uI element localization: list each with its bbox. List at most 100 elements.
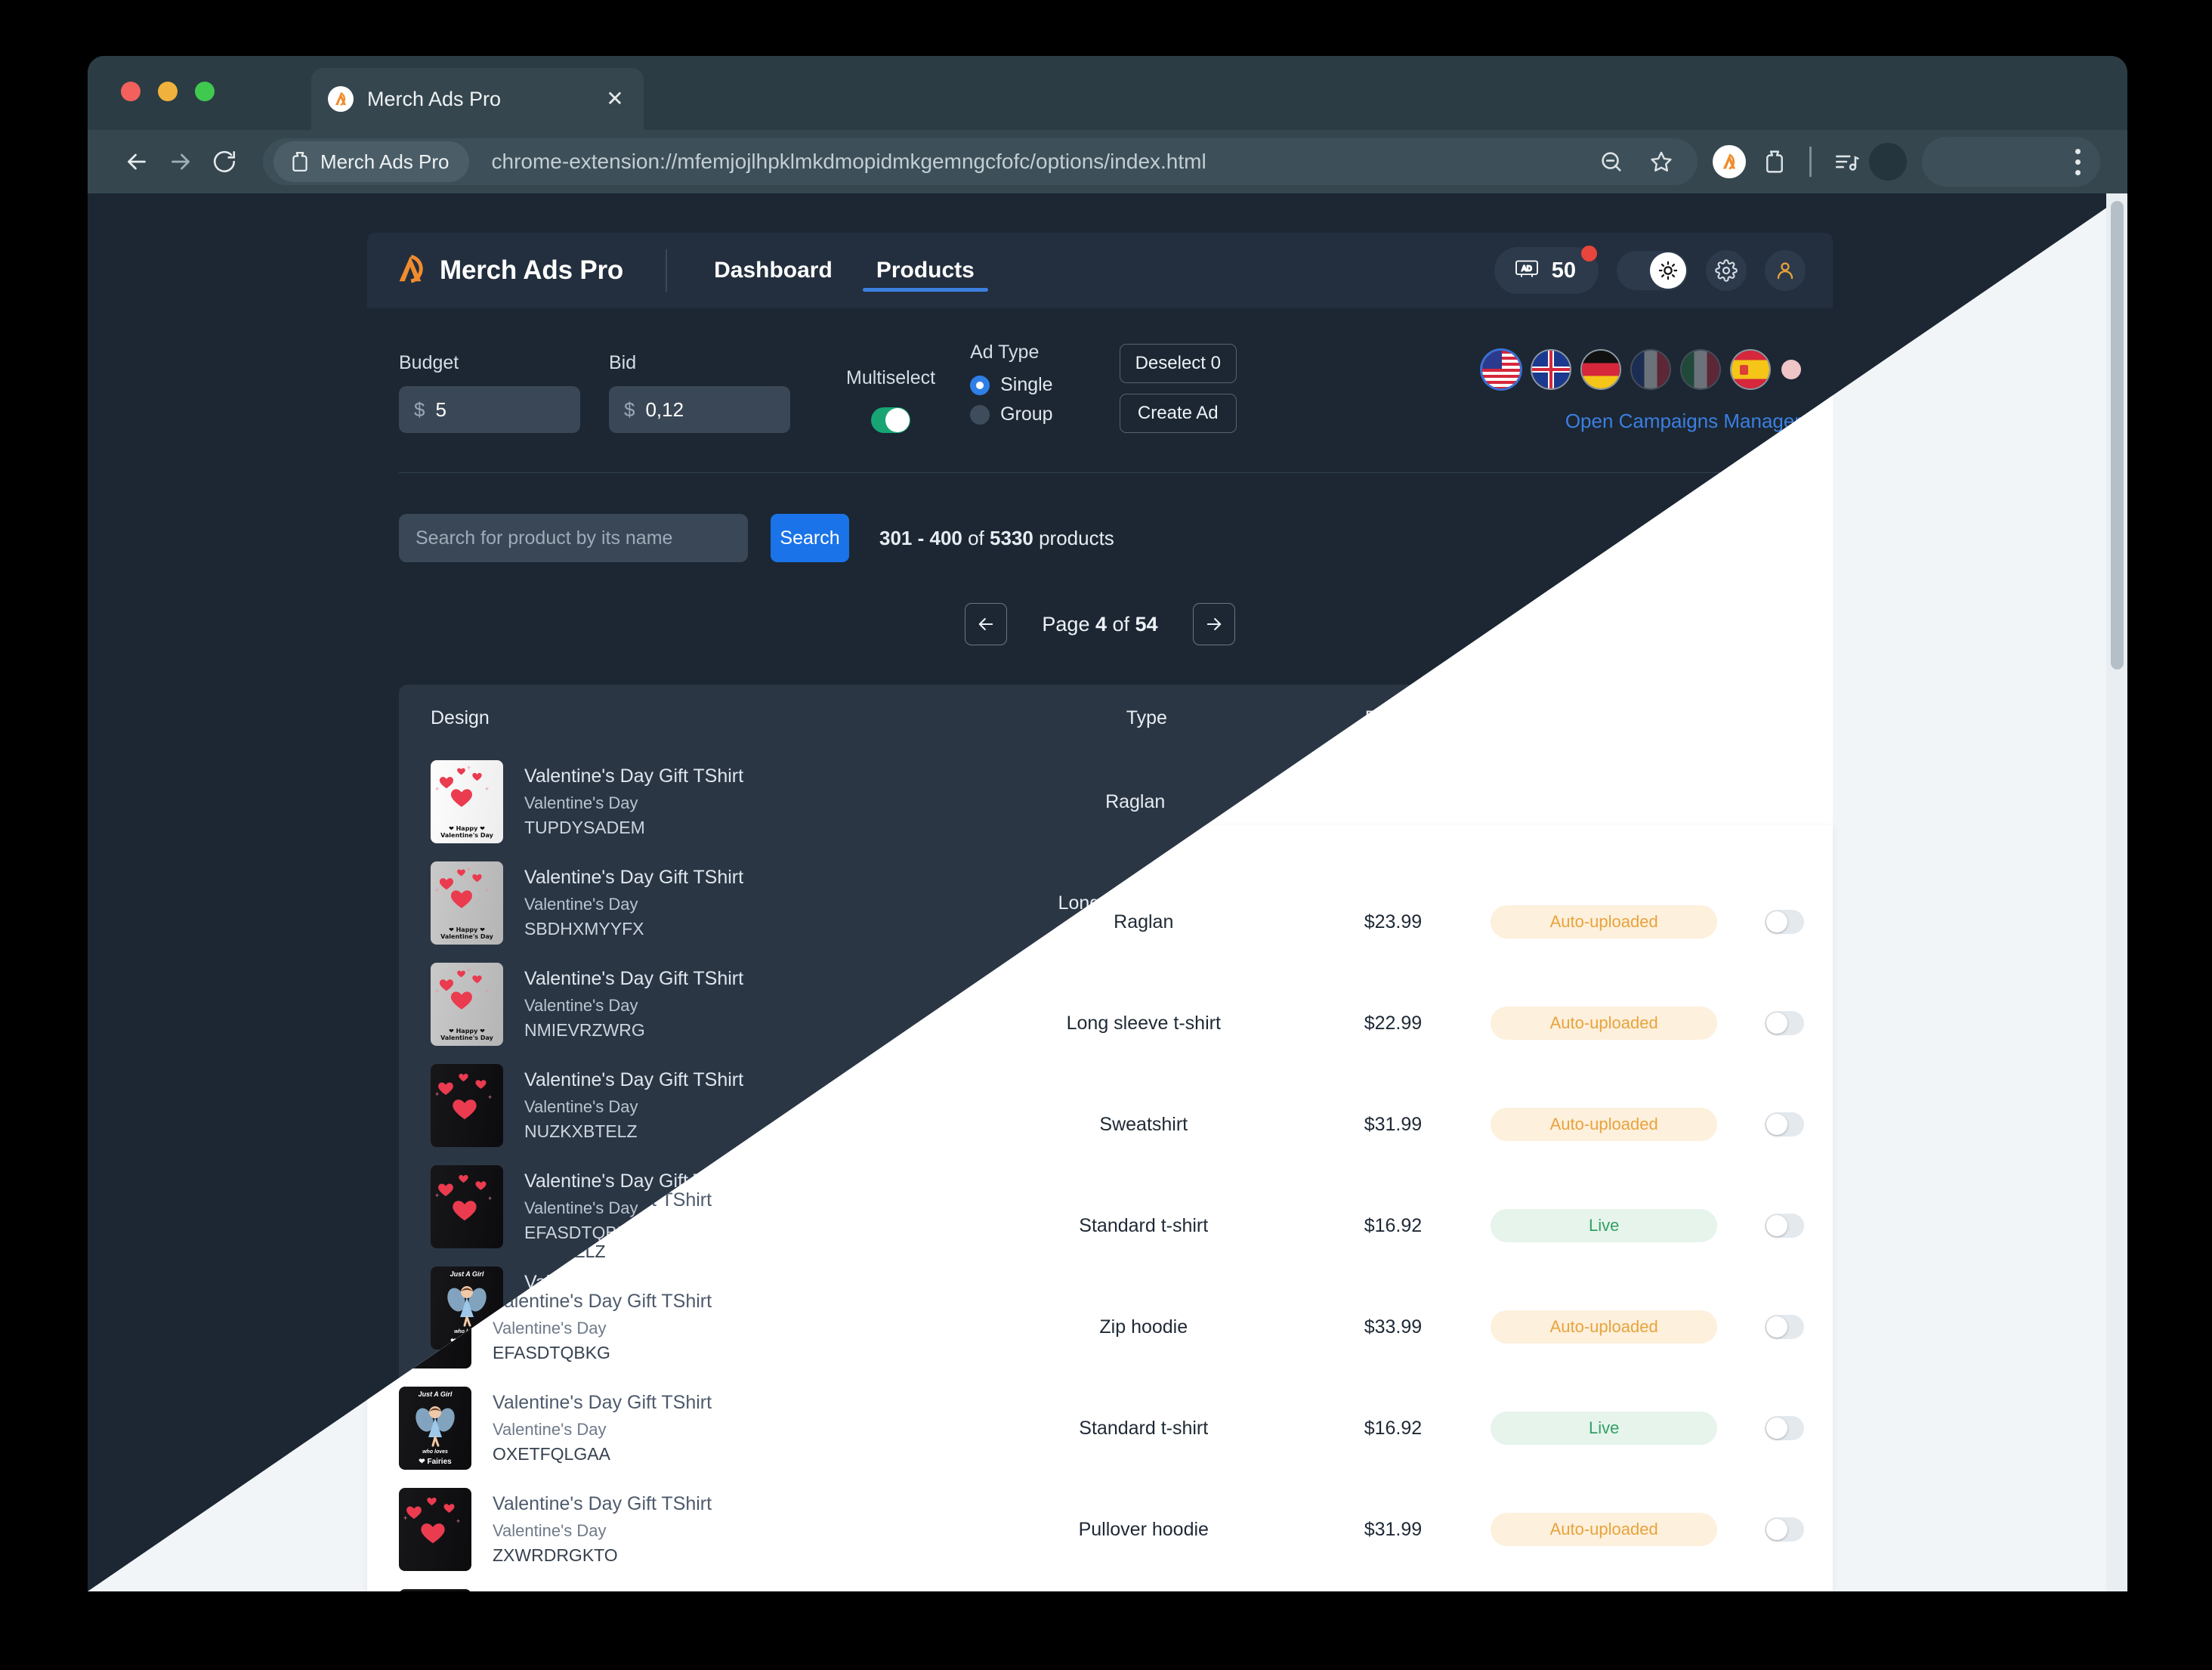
- zoom-out-icon[interactable]: [1589, 139, 1634, 184]
- page-scrollbar[interactable]: [2106, 193, 2127, 1591]
- status-badge: Auto-uploaded: [1463, 988, 1691, 1021]
- app-header: Merch Ads Pro Dashboard Products AD 50: [367, 233, 1833, 308]
- product-brand: Valentine's Day: [524, 1502, 638, 1521]
- table-row[interactable]: +++❤ Happy ❤Valentine's Day Valentine's D…: [399, 852, 1801, 954]
- flag-uk[interactable]: [1532, 351, 1570, 388]
- product-title: Valentine's Day Gift TShirt: [524, 968, 744, 989]
- show-filters-toggle[interactable]: [1645, 527, 1683, 549]
- flag-it[interactable]: [1682, 351, 1719, 388]
- extensions-puzzle-icon[interactable]: [1752, 139, 1797, 184]
- select-all-toggle-cell: [1689, 706, 1772, 730]
- flag-de[interactable]: [1582, 351, 1620, 388]
- media-playlist-icon[interactable]: [1824, 139, 1869, 184]
- design-cell: ++Valentine's Day Gift TShirtValentine's…: [431, 1368, 992, 1451]
- flag-us[interactable]: [1482, 351, 1520, 388]
- search-button[interactable]: Search: [771, 514, 849, 562]
- product-thumbnail[interactable]: ++: [431, 1064, 503, 1147]
- product-type: Long sleeve t-shirt: [1058, 892, 1213, 914]
- product-brand: Valentine's Day: [524, 1401, 638, 1420]
- ad-type-single-label: Single: [1000, 374, 1053, 395]
- search-row: Search for product by its name Search 30…: [367, 473, 1833, 562]
- create-ad-button[interactable]: Create Ad: [1119, 394, 1237, 433]
- table-row[interactable]: ++Valentine's Day Gift TShirtValentine's…: [399, 1156, 1801, 1257]
- nav-tab-products[interactable]: Products: [862, 233, 988, 308]
- brand-name: Merch Ads Pro: [440, 255, 624, 285]
- multiselect-label: Multiselect: [846, 367, 936, 388]
- address-bar[interactable]: Merch Ads Pro chrome-extension://mfemjoj…: [263, 138, 1698, 185]
- product-thumbnail[interactable]: +++❤ Happy ❤Valentine's Day: [431, 861, 503, 945]
- theme-toggle[interactable]: [1617, 251, 1688, 290]
- flag-placeholder-dot: [1781, 360, 1801, 379]
- user-profile-icon[interactable]: [1765, 250, 1806, 291]
- profile-avatar[interactable]: [1869, 143, 1907, 181]
- product-select-toggle[interactable]: [1732, 1195, 1772, 1219]
- page-scrollbar-thumb[interactable]: [2111, 201, 2124, 670]
- flag-fr[interactable]: [1632, 351, 1670, 388]
- controls-row: Budget $ 5 Bid $ 0,12: [367, 308, 1833, 433]
- product-thumbnail[interactable]: ++: [431, 1165, 503, 1248]
- ad-credits-badge[interactable]: AD 50: [1494, 246, 1599, 294]
- table-row[interactable]: ++Valentine's Day Gift TShirtValentine's…: [399, 1055, 1801, 1156]
- search-input[interactable]: Search for product by its name: [399, 514, 748, 562]
- product-select-toggle[interactable]: [1732, 1498, 1772, 1523]
- browser-menu-button[interactable]: [1922, 137, 2100, 187]
- ad-type-option-single[interactable]: Single: [970, 374, 1053, 396]
- bid-input[interactable]: $ 0,12: [609, 386, 790, 433]
- product-asin: OHIVAVRAQW: [524, 1526, 642, 1546]
- reload-icon[interactable]: [202, 140, 246, 184]
- browser-tab[interactable]: Merch Ads Pro ✕: [311, 68, 644, 130]
- product-select-toggle[interactable]: [1732, 891, 1772, 915]
- extension-origin-chip[interactable]: Merch Ads Pro: [273, 141, 469, 182]
- product-select-toggle[interactable]: [1732, 1296, 1772, 1320]
- nav-tab-dashboard[interactable]: Dashboard: [700, 233, 846, 308]
- prev-page-button[interactable]: [965, 603, 1008, 645]
- product-brand: Valentine's Day: [524, 1097, 638, 1116]
- ad-type-option-group[interactable]: Group: [970, 404, 1053, 425]
- table-row[interactable]: +++❤ Happy ❤Valentine's Day Valentine's D…: [399, 954, 1801, 1055]
- forward-icon[interactable]: [159, 140, 202, 184]
- design-text: Valentine's Day Gift TShirt Valentine's D…: [524, 1474, 743, 1547]
- merch-ads-pro-extension-icon[interactable]: [1707, 139, 1752, 184]
- row-toggle-cell: [1690, 891, 1772, 915]
- row-toggle-cell: [1690, 1195, 1772, 1219]
- product-select-toggle[interactable]: [1732, 992, 1772, 1016]
- open-campaigns-manager-link[interactable]: Open Campaigns Manager: [1565, 410, 1801, 433]
- sun-icon: [1650, 252, 1686, 289]
- select-all-toggle[interactable]: [1732, 706, 1772, 730]
- product-select-toggle[interactable]: [1732, 1093, 1772, 1118]
- minimize-window-button[interactable]: [158, 82, 178, 101]
- product-select-toggle[interactable]: [1732, 1397, 1772, 1421]
- settings-gear-icon[interactable]: [1706, 250, 1747, 291]
- table-row[interactable]: +++❤ Happy ❤Valentine's Day Valentine's D…: [399, 751, 1801, 852]
- bid-value: 0,12: [645, 397, 684, 421]
- product-thumbnail[interactable]: +++❤ Happy ❤Valentine's Day: [431, 963, 503, 1046]
- status-cell: Auto-uploaded: [1463, 1190, 1691, 1223]
- product-thumbnail[interactable]: ++: [431, 1368, 503, 1451]
- product-title: Valentine's Day Gift TShirt: [524, 867, 744, 888]
- product-price: $16.92: [1342, 1297, 1401, 1319]
- multiselect-block: Multiselect: [846, 367, 935, 433]
- close-icon[interactable]: ✕: [601, 88, 629, 110]
- table-row[interactable]: Just A Girlwho loves❤ Fairies Valentine's…: [399, 1460, 1801, 1561]
- table-row[interactable]: Just A Girlwho loves❤ Fairies Valentine's…: [399, 1257, 1801, 1359]
- product-select-toggle[interactable]: [1732, 790, 1772, 814]
- product-thumbnail[interactable]: +++❤ Happy ❤Valentine's Day: [431, 760, 503, 843]
- product-thumbnail[interactable]: Just A Girlwho loves❤ Fairies: [431, 1266, 503, 1350]
- bookmark-star-icon[interactable]: [1639, 139, 1684, 184]
- back-icon[interactable]: [115, 140, 159, 184]
- table-row[interactable]: ++Valentine's Day Gift TShirtValentine's…: [399, 1359, 1801, 1460]
- bid-label: Bid: [609, 352, 637, 373]
- multiselect-toggle[interactable]: [871, 407, 911, 433]
- product-thumbnail[interactable]: Just A Girlwho loves❤ Fairies: [431, 1469, 503, 1552]
- close-window-button[interactable]: [121, 82, 141, 101]
- next-page-button[interactable]: [1192, 603, 1235, 645]
- flag-es[interactable]: [1732, 351, 1769, 388]
- browser-toolbar: Merch Ads Pro chrome-extension://mfemjoj…: [88, 130, 2127, 193]
- toolbar-divider: [1809, 147, 1812, 177]
- status-badge: Auto-uploaded: [1463, 1393, 1691, 1426]
- budget-input[interactable]: $ 5: [399, 386, 580, 433]
- result-count: 301 - 400 of 5330 products: [879, 527, 1114, 550]
- column-header-status: Status: [1558, 707, 1611, 728]
- deselect-button[interactable]: Deselect 0: [1119, 344, 1237, 383]
- maximize-window-button[interactable]: [195, 82, 215, 101]
